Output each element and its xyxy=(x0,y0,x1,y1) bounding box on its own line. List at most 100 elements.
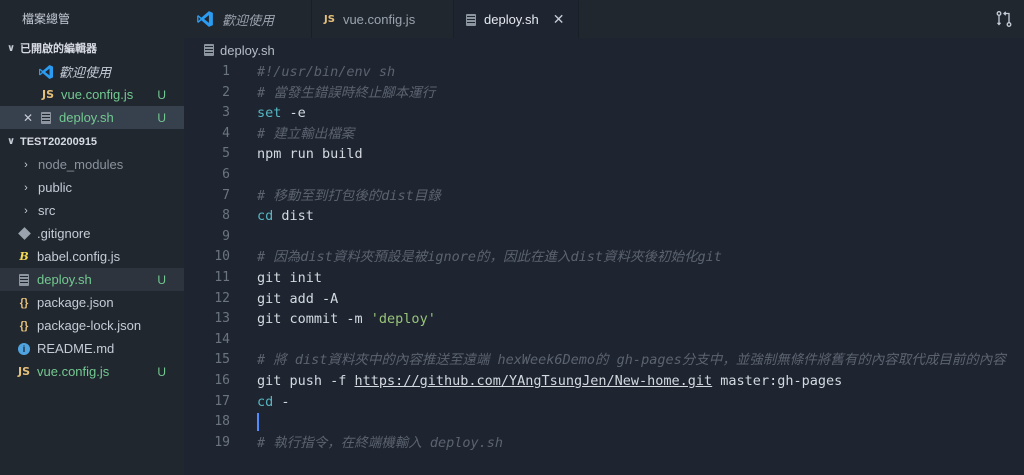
line-number: 2 xyxy=(222,84,230,100)
tree-file-gitignore[interactable]: .gitignore xyxy=(0,222,184,245)
tab-label: 歡迎使用 xyxy=(222,12,275,28)
line-number: 14 xyxy=(214,331,230,347)
js-file-icon: JS xyxy=(17,365,30,378)
code-keyword: set xyxy=(257,105,282,122)
json-file-icon: {} xyxy=(19,296,29,309)
code-keyword: cd xyxy=(257,208,274,225)
code-text: master:gh-pages xyxy=(712,372,843,389)
tab-deploy-sh[interactable]: deploy.sh ✕ xyxy=(454,0,580,38)
open-editors-header[interactable]: ∨ 已開啟的編輯器 xyxy=(0,38,184,60)
chevron-down-icon: ∨ xyxy=(6,136,16,147)
open-editor-welcome[interactable]: 歡迎使用 xyxy=(0,60,184,83)
tree-item-label: src xyxy=(38,203,56,218)
line-number: 12 xyxy=(214,290,230,306)
untracked-badge: U xyxy=(157,110,166,125)
code-line: 1 #!/usr/bin/env sh xyxy=(184,62,1024,83)
code-line: 2 # 當發生錯誤時終止腳本運行 xyxy=(184,83,1024,104)
code-link[interactable]: https://github.com/YAngTsungJen/New-home… xyxy=(355,373,713,389)
tab-label: deploy.sh xyxy=(484,12,539,27)
tab-label: vue.config.js xyxy=(342,11,416,27)
shell-file-icon xyxy=(466,13,476,26)
breadcrumb[interactable]: deploy.sh xyxy=(184,38,1024,62)
line-number: 1 xyxy=(222,64,230,79)
code-line: 15 # 將 dist資料夾中的內容推送至遠端 hexWeek6Demo的 gh-… xyxy=(184,350,1024,371)
line-number: 17 xyxy=(214,393,230,409)
code-line: 6 xyxy=(184,165,1024,186)
breadcrumb-file: deploy.sh xyxy=(220,42,275,58)
code-line: 11 git init xyxy=(184,268,1024,289)
shell-file-icon xyxy=(16,272,32,288)
code-text: dist xyxy=(273,208,314,225)
babel-icon: B xyxy=(19,250,29,263)
line-number: 18 xyxy=(214,414,230,430)
code-comment: # 執行指令，在終端機輸入 deploy.sh xyxy=(257,434,504,451)
tree-item-label: node_modules xyxy=(38,157,124,172)
line-number: 5 xyxy=(222,146,230,162)
tree-item-label: vue.config.js xyxy=(37,364,110,379)
line-number: 9 xyxy=(222,228,230,244)
code-text: npm run build xyxy=(257,146,363,163)
open-editor-label: deploy.sh xyxy=(59,110,114,125)
line-number: 6 xyxy=(222,166,230,182)
code-line: 7 # 移動至到打包後的dist目錄 xyxy=(184,186,1024,207)
close-icon[interactable]: ✕ xyxy=(22,111,34,125)
line-number: 10 xyxy=(214,249,230,265)
tree-folder-src[interactable]: › src xyxy=(0,199,184,222)
code-text: git push -f xyxy=(257,372,355,389)
project-folder-label: TEST20200915 xyxy=(20,136,98,148)
code-comment: # 移動至到打包後的dist目錄 xyxy=(257,187,441,204)
code-line: 18 xyxy=(184,412,1024,433)
code-line: 16 git push -f https://github.com/YAngTsu… xyxy=(184,371,1024,392)
tree-folder-public[interactable]: › public xyxy=(0,176,184,199)
open-editor-deploy-sh[interactable]: ✕ deploy.sh U xyxy=(0,106,184,129)
tree-item-label: package-lock.json xyxy=(37,318,142,333)
tree-folder-node-modules[interactable]: › node_modules xyxy=(0,153,184,176)
code-keyword: cd xyxy=(257,393,274,410)
open-editor-label: vue.config.js xyxy=(61,87,134,102)
shell-file-icon xyxy=(204,44,214,56)
code-line: 12 git add -A xyxy=(184,289,1024,310)
tab-welcome[interactable]: 歡迎使用 xyxy=(184,0,312,38)
code-text: git commit -m xyxy=(257,311,371,328)
code-editor[interactable]: 1 #!/usr/bin/env sh 2 # 當發生錯誤時終止腳本運行 3 set … xyxy=(184,62,1024,475)
open-changes-icon[interactable] xyxy=(984,0,1024,38)
line-number: 13 xyxy=(214,311,230,327)
code-string: 'deploy' xyxy=(370,311,436,328)
tree-item-label: .gitignore xyxy=(37,226,91,241)
tree-file-deploy-sh[interactable]: deploy.sh U xyxy=(0,268,184,291)
close-icon[interactable]: ✕ xyxy=(553,11,565,28)
tree-file-package-lock-json[interactable]: {} package-lock.json xyxy=(0,314,184,337)
open-editors-label: 已開啟的編輯器 xyxy=(20,43,97,55)
vscode-logo-icon xyxy=(196,10,214,28)
code-line: 13 git commit -m 'deploy' xyxy=(184,309,1024,330)
line-number: 4 xyxy=(222,125,230,141)
open-editor-vue-config[interactable]: JS vue.config.js U xyxy=(0,83,184,106)
untracked-badge: U xyxy=(157,272,166,287)
vscode-logo-icon xyxy=(38,64,54,80)
code-line: 3 set -e xyxy=(184,103,1024,124)
tree-item-label: babel.config.js xyxy=(37,249,121,264)
code-text: git add -A xyxy=(257,290,339,307)
tree-file-vue-config[interactable]: JS vue.config.js U xyxy=(0,360,184,383)
tree-file-readme[interactable]: i README.md xyxy=(0,337,184,360)
open-editor-label: 歡迎使用 xyxy=(59,65,112,80)
json-file-icon: {} xyxy=(19,319,29,332)
code-line: 10 # 因為dist資料夾預設是被ignore的，因此在進入dist資料夾後初始… xyxy=(184,247,1024,268)
code-comment: # 當發生錯誤時終止腳本運行 xyxy=(257,84,436,101)
tree-file-babel-config[interactable]: B babel.config.js xyxy=(0,245,184,268)
untracked-badge: U xyxy=(157,364,166,379)
line-number: 15 xyxy=(214,352,230,368)
project-folder-header[interactable]: ∨ TEST20200915 xyxy=(0,131,184,153)
chevron-right-icon: › xyxy=(24,181,28,194)
code-line: 17 cd - xyxy=(184,392,1024,413)
line-number: 16 xyxy=(214,372,230,388)
js-file-icon: JS xyxy=(324,13,335,25)
editor-tab-bar: 歡迎使用 JS vue.config.js deploy.sh ✕ xyxy=(184,0,1024,38)
tab-vue-config[interactable]: JS vue.config.js xyxy=(312,0,454,38)
tree-item-label: package.json xyxy=(37,295,114,310)
code-comment: # 建立輸出檔案 xyxy=(257,125,355,142)
explorer-sidebar: 檔案總管 ∨ 已開啟的編輯器 歡迎使用 JS vue.config.js U ✕… xyxy=(0,0,184,475)
text-cursor xyxy=(257,413,259,432)
code-comment: # 將 dist資料夾中的內容推送至遠端 hexWeek6Demo的 gh-pa… xyxy=(257,352,1006,369)
tree-file-package-json[interactable]: {} package.json xyxy=(0,291,184,314)
